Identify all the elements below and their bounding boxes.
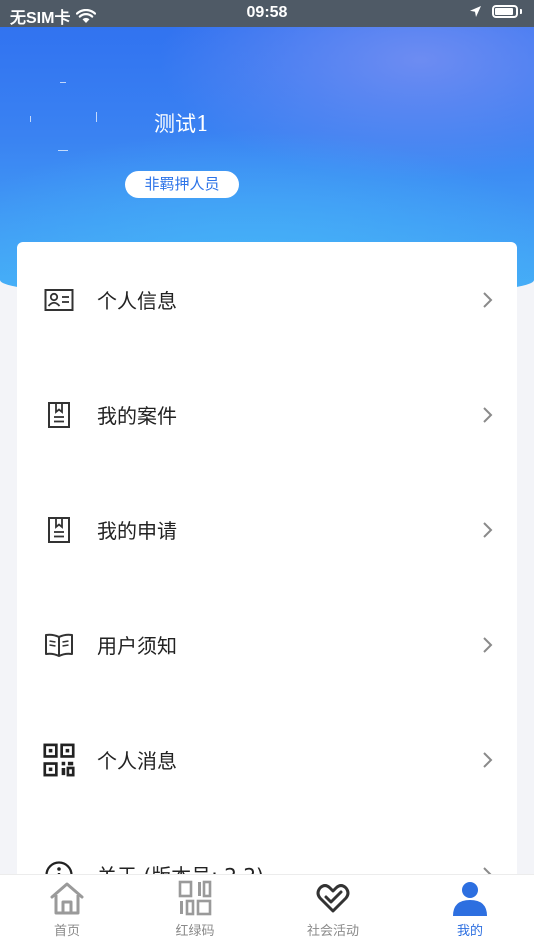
tab-label: 红绿码 xyxy=(175,924,215,939)
menu-item-user-notice[interactable]: 用户须知 xyxy=(17,587,517,702)
case-document-icon xyxy=(43,399,75,431)
tab-label: 社会活动 xyxy=(306,924,359,939)
menu-item-my-cases[interactable]: 我的案件 xyxy=(17,357,517,472)
chevron-right-icon xyxy=(483,521,493,538)
tab-social-activity[interactable]: 社会活动 xyxy=(266,875,400,950)
location-arrow-icon xyxy=(470,6,481,17)
menu-card: 个人信息 我的案件 我的申请 用户须知 个人消息 xyxy=(17,242,517,950)
menu-item-label: 我的申请 xyxy=(97,519,177,543)
tab-label: 我的 xyxy=(456,924,483,939)
menu-item-personal-messages[interactable]: 个人消息 xyxy=(17,702,517,817)
chevron-right-icon xyxy=(483,406,493,423)
battery-icon xyxy=(492,5,518,18)
tab-health-code[interactable]: 红绿码 xyxy=(128,875,262,950)
chevron-right-icon xyxy=(483,291,493,308)
user-icon xyxy=(453,882,487,916)
home-icon xyxy=(50,882,84,915)
status-time: 09:58 xyxy=(246,4,288,21)
chevron-right-icon xyxy=(483,636,493,653)
menu-item-label: 个人消息 xyxy=(97,749,177,773)
menu-item-label: 用户须知 xyxy=(97,634,177,658)
bottom-tab-bar: 首页 红绿码 社会活动 我的 xyxy=(0,874,534,950)
tab-label: 首页 xyxy=(53,924,80,939)
code-grid-icon xyxy=(178,880,212,916)
battery-tip xyxy=(520,9,522,14)
user-name: 测试1 xyxy=(154,112,210,136)
status-bar: 无SIM卡 09:58 xyxy=(0,0,534,27)
menu-item-label: 个人信息 xyxy=(97,289,177,313)
heart-check-icon xyxy=(316,884,350,913)
open-book-icon xyxy=(43,629,75,661)
role-badge: 非羁押人员 xyxy=(125,171,239,198)
menu-item-personal-info[interactable]: 个人信息 xyxy=(17,242,517,357)
menu-item-my-applications[interactable]: 我的申请 xyxy=(17,472,517,587)
tab-mine[interactable]: 我的 xyxy=(403,875,534,950)
application-document-icon xyxy=(43,514,75,546)
tab-home[interactable]: 首页 xyxy=(0,875,134,950)
avatar[interactable] xyxy=(30,82,98,152)
menu-item-label: 我的案件 xyxy=(97,404,177,428)
chevron-right-icon xyxy=(483,751,493,768)
id-card-icon xyxy=(43,284,75,316)
qr-code-icon xyxy=(43,743,75,776)
